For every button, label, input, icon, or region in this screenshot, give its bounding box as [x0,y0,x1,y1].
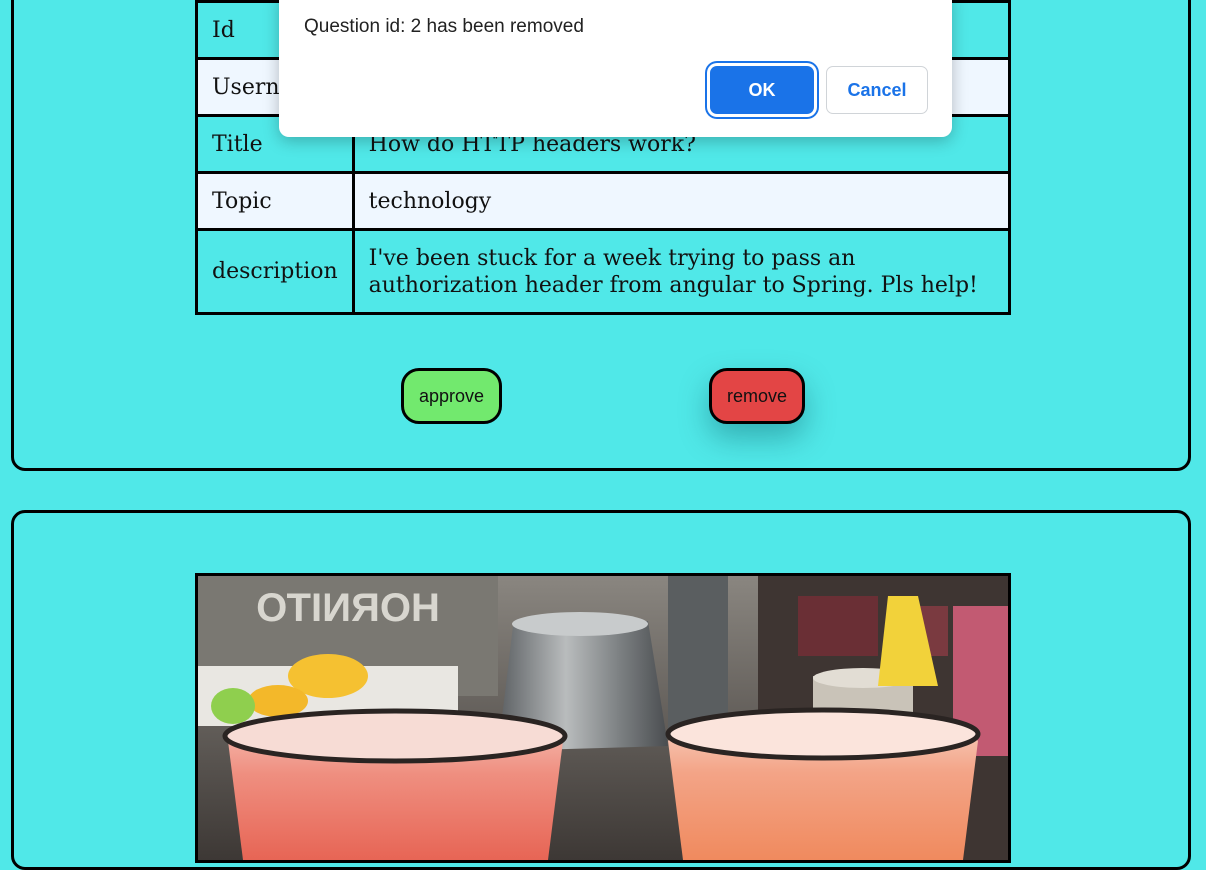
row-key-topic: Topic [195,171,355,231]
approve-button[interactable]: approve [401,368,502,424]
ok-button[interactable]: OK [710,66,814,114]
row-value-description: I've been stuck for a week trying to pas… [351,228,1012,315]
table-row: Topic technology [195,171,1012,231]
row-key-description: description [195,228,355,315]
cocktail-photo: HORNITO [195,573,1011,863]
dialog-message: Question id: 2 has been removed [304,16,584,37]
remove-button[interactable]: remove [709,368,805,424]
cancel-button[interactable]: Cancel [826,66,928,114]
row-value-topic: technology [351,171,1012,231]
alert-dialog: Question id: 2 has been removed OK Cance… [279,0,952,137]
svg-text:HORNITO: HORNITO [256,586,440,630]
cocktail-photo-image: HORNITO [198,576,1008,860]
table-row: description I've been stuck for a week t… [195,228,1012,315]
